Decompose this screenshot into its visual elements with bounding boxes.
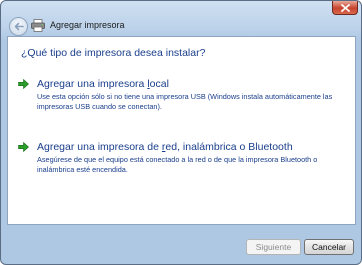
option-network-printer-description: Asegúrese de que el equipo está conectad…	[37, 155, 318, 174]
cancel-button[interactable]: Cancelar	[304, 239, 354, 255]
green-arrow-icon	[18, 79, 29, 89]
button-bar: Siguiente Cancelar	[1, 226, 361, 264]
content-panel: ¿Qué tipo de impresora desea instalar? A…	[7, 36, 356, 225]
option-network-printer-title: Agregar una impresora de red, inalámbric…	[37, 141, 293, 153]
window-title: Agregar impresora	[50, 20, 125, 30]
printer-icon	[31, 19, 45, 32]
option-local-printer-description: Use esta opción sólo si no tiene una imp…	[37, 92, 333, 111]
close-button[interactable]	[332, 1, 358, 15]
next-button[interactable]: Siguiente	[246, 239, 301, 255]
back-button[interactable]	[9, 17, 28, 36]
back-arrow-icon	[14, 22, 24, 31]
option-local-printer-title: Agregar una impresora local	[37, 78, 169, 90]
add-printer-window: Agregar impresora ¿Qué tipo de impresora…	[0, 0, 362, 265]
green-arrow-icon	[18, 142, 29, 152]
page-heading: ¿Qué tipo de impresora desea instalar?	[21, 47, 206, 59]
close-icon	[340, 3, 350, 12]
